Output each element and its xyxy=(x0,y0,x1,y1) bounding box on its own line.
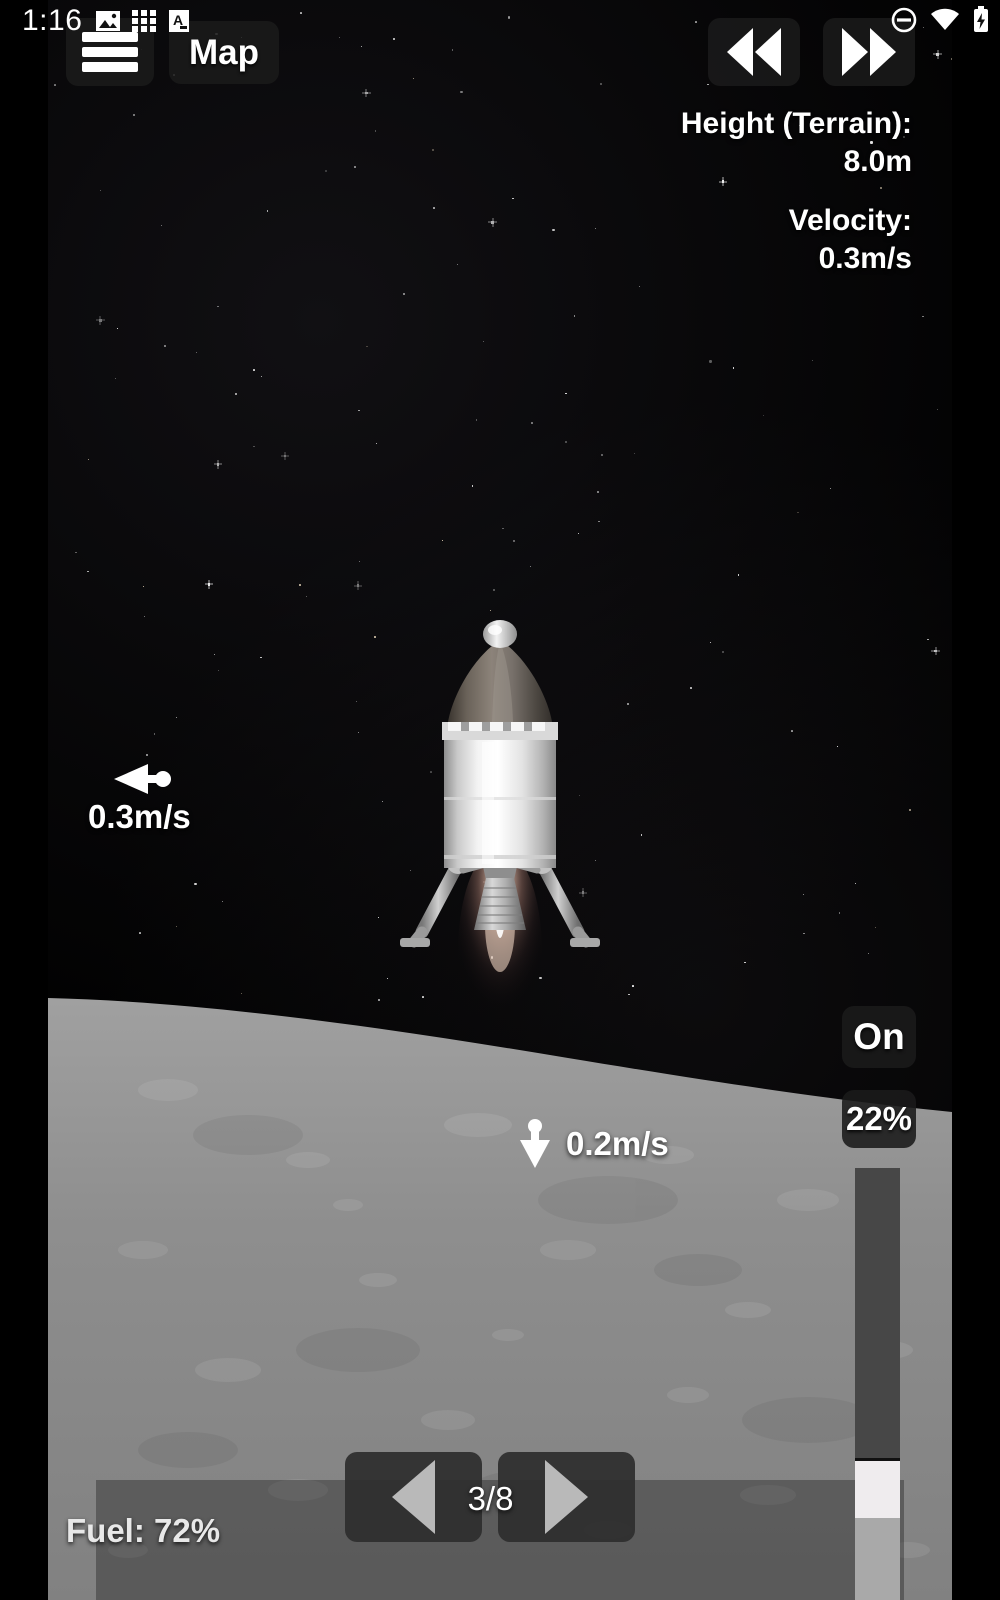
stage-counter: 3/8 xyxy=(467,1480,514,1517)
velocity-value: 0.3m/s xyxy=(818,241,912,275)
arrow-left-icon xyxy=(108,762,172,796)
throttle-percent-label: 22% xyxy=(845,1100,913,1137)
engine-state-label: On xyxy=(853,1016,905,1057)
throttle-percent-badge[interactable]: 22% xyxy=(842,1090,916,1148)
throttle-slider[interactable] xyxy=(855,1168,900,1600)
wifi-icon xyxy=(931,8,959,30)
fuel-indicator: Fuel: 72% xyxy=(66,1512,221,1549)
next-stage-icon xyxy=(545,1460,588,1534)
velocity-readout: Velocity: 0.3m/s xyxy=(681,202,912,277)
battery-charging-icon xyxy=(974,6,988,32)
nose-cone xyxy=(448,640,552,722)
height-value: 8.0m xyxy=(843,144,912,178)
telemetry-panel: Height (Terrain): 8.0m Velocity: 0.3m/s xyxy=(681,105,912,299)
letter-a-icon: A xyxy=(169,10,189,32)
right-letterbox xyxy=(952,0,1000,1600)
svg-text:A: A xyxy=(173,12,183,28)
throttle-slider-fill xyxy=(855,1518,900,1600)
do-not-disturb-icon xyxy=(891,7,917,33)
rocket-body xyxy=(444,738,556,868)
capsule-tip xyxy=(483,620,517,648)
horizontal-velocity-value: 0.3m/s xyxy=(88,798,191,835)
throttle-slider-handle[interactable] xyxy=(855,1458,900,1518)
previous-stage-button[interactable] xyxy=(345,1452,482,1542)
engine-toggle-button[interactable]: On xyxy=(842,1006,916,1068)
next-stage-button[interactable] xyxy=(498,1452,635,1542)
height-label: Height (Terrain): xyxy=(680,107,912,140)
height-readout: Height (Terrain): 8.0m xyxy=(681,105,912,180)
android-status-bar: 1:16 A xyxy=(0,0,1000,42)
status-right-icons xyxy=(890,6,990,34)
left-letterbox xyxy=(0,0,48,1600)
arrow-down-icon xyxy=(520,1119,550,1168)
vertical-velocity-marker: 0.2m/s xyxy=(518,1118,669,1170)
previous-stage-icon xyxy=(392,1460,435,1534)
vertical-velocity-value: 0.2m/s xyxy=(566,1125,669,1162)
grid-icon xyxy=(132,10,156,32)
velocity-label: Velocity: xyxy=(788,204,912,237)
horizontal-velocity-marker: 0.3m/s xyxy=(88,762,191,836)
rocket-vehicle[interactable] xyxy=(400,612,600,1057)
status-left-icons: A xyxy=(95,8,191,34)
image-icon xyxy=(96,11,120,31)
decoupler-band xyxy=(442,722,558,740)
status-clock: 1:16 xyxy=(22,4,83,37)
